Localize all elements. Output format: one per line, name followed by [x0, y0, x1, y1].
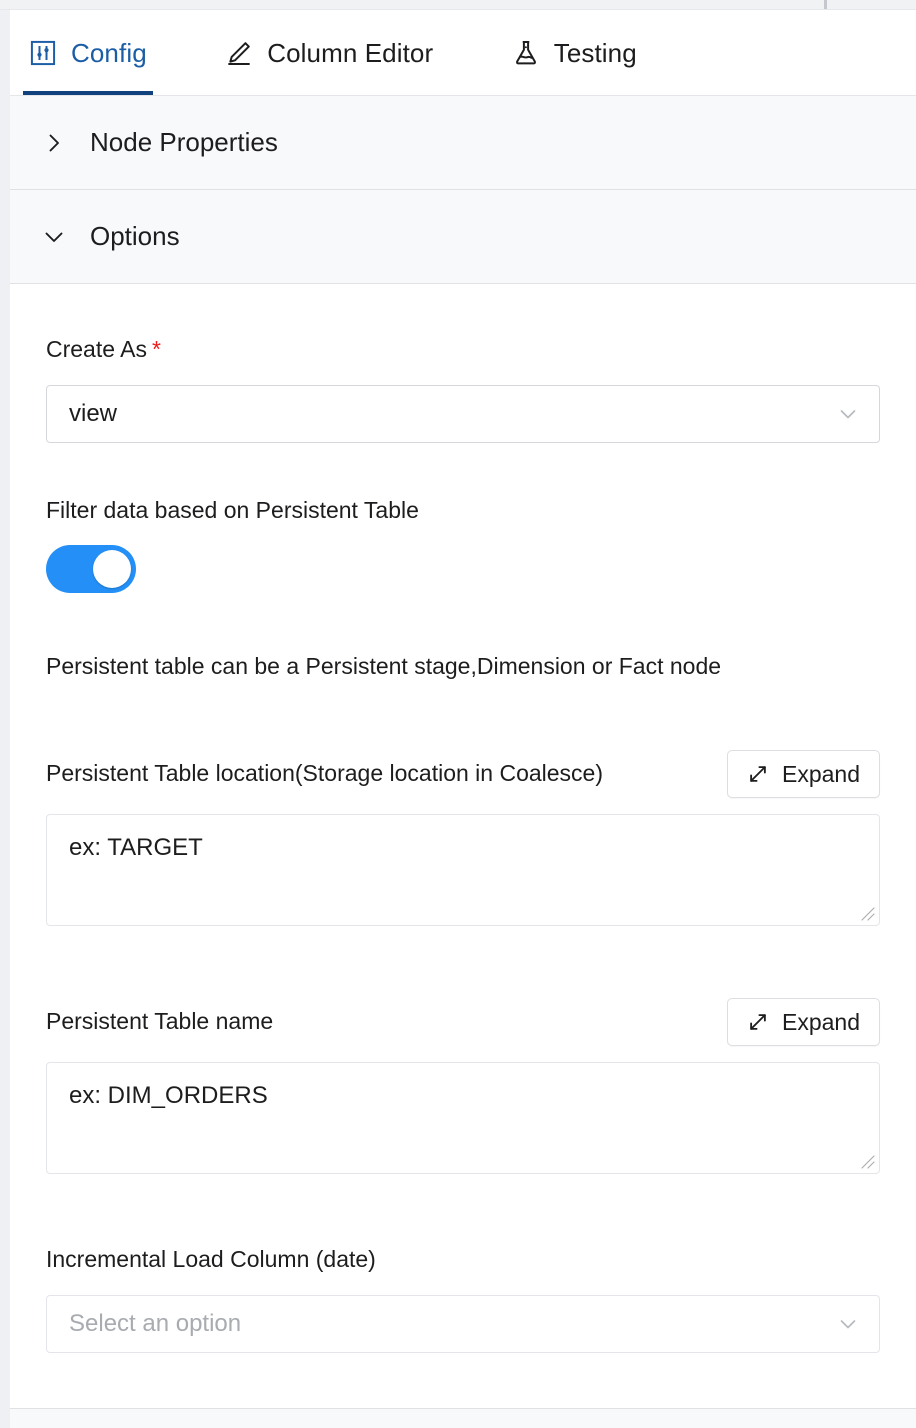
required-asterisk: * [152, 336, 161, 362]
tab-config-label: Config [71, 38, 147, 69]
persistent-name-label-row: Persistent Table name Expand [46, 998, 880, 1046]
persistent-name-placeholder: ex: DIM_ORDERS [69, 1082, 268, 1110]
section-node-properties[interactable]: Node Properties [10, 96, 916, 190]
tab-testing-label: Testing [554, 38, 637, 69]
chevron-down-icon [835, 401, 861, 427]
expand-persistent-location-label: Expand [782, 761, 860, 788]
expand-persistent-location-button[interactable]: Expand [727, 750, 880, 798]
filter-toggle-label: Filter data based on Persistent Table [46, 497, 880, 525]
expand-persistent-name-label: Expand [782, 1009, 860, 1036]
incremental-load-column-value: Select an option [69, 1310, 241, 1338]
persistent-location-textarea[interactable]: ex: TARGET [46, 814, 880, 926]
persistent-location-placeholder: ex: TARGET [69, 834, 203, 862]
toggle-knob [93, 550, 131, 588]
create-as-value: view [69, 400, 117, 428]
tab-column-editor[interactable]: Column Editor [219, 10, 439, 96]
scrollbar-tick[interactable] [824, 0, 827, 9]
incremental-load-column-label: Incremental Load Column (date) [46, 1246, 880, 1274]
section-options[interactable]: Options [10, 190, 916, 284]
tab-column-editor-label: Column Editor [267, 38, 433, 69]
persistent-name-textarea[interactable]: ex: DIM_ORDERS [46, 1062, 880, 1174]
persistent-location-label-row: Persistent Table location(Storage locati… [46, 750, 880, 798]
tab-config[interactable]: Config [23, 10, 153, 96]
filter-data-toggle[interactable] [46, 545, 136, 593]
expand-persistent-name-button[interactable]: Expand [727, 998, 880, 1046]
create-as-label-row: Create As* [46, 336, 880, 364]
section-node-properties-title: Node Properties [90, 127, 278, 158]
bottom-strip [10, 1409, 916, 1428]
expand-diagonal-icon [747, 1011, 769, 1033]
chevron-right-icon [40, 129, 68, 157]
persistent-location-label: Persistent Table location(Storage locati… [46, 760, 603, 788]
persistent-name-label: Persistent Table name [46, 1008, 273, 1036]
create-as-select[interactable]: view [46, 385, 880, 443]
persistent-table-hint: Persistent table can be a Persistent sta… [46, 652, 880, 682]
tab-bar-divider [10, 95, 916, 96]
top-scroll-strip [0, 0, 916, 10]
config-panel-screen: Config Column Editor [0, 0, 916, 1428]
sliders-square-icon [29, 39, 57, 67]
tab-bar: Config Column Editor [10, 10, 916, 96]
flask-icon [512, 39, 540, 67]
tab-testing[interactable]: Testing [506, 10, 643, 96]
chevron-down-icon [40, 223, 68, 251]
panel: Config Column Editor [10, 10, 916, 1408]
resize-grip-icon[interactable] [858, 904, 876, 922]
incremental-load-column-select[interactable]: Select an option [46, 1295, 880, 1353]
expand-diagonal-icon [747, 763, 769, 785]
left-gutter [0, 10, 10, 1428]
chevron-down-icon [835, 1311, 861, 1337]
resize-grip-icon[interactable] [858, 1152, 876, 1170]
section-options-title: Options [90, 221, 180, 252]
pencil-icon [225, 39, 253, 67]
options-body: Create As* view Filter data based on Per… [10, 284, 916, 1353]
create-as-label: Create As [46, 336, 147, 362]
